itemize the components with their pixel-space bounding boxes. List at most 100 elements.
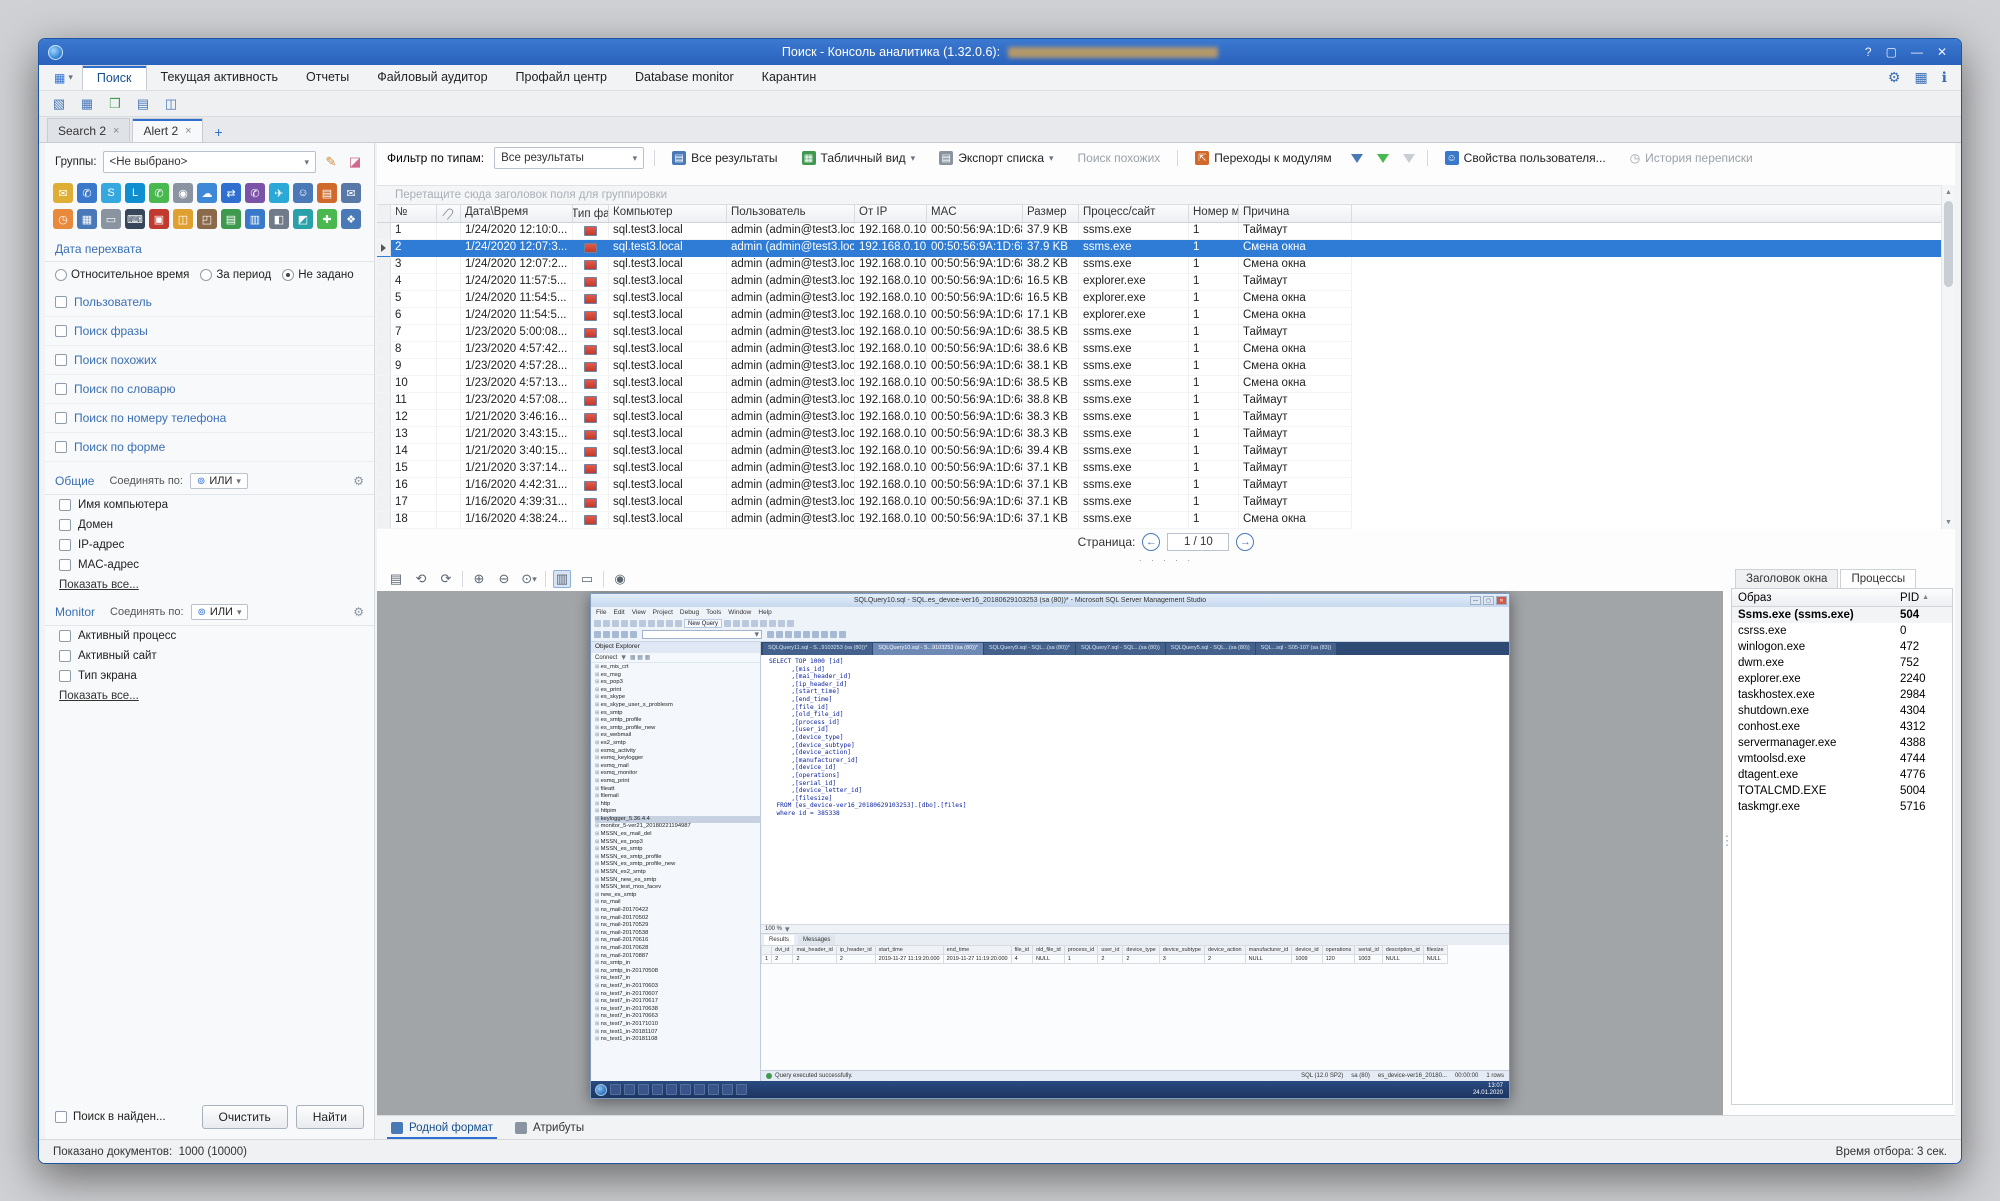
search-section-header[interactable]: Пользователь <box>45 288 374 317</box>
chat-history-button[interactable]: ◷ История переписки <box>1623 148 1760 168</box>
table-row[interactable]: 6 1/24/2020 11:54:5... sql.test3.local a… <box>377 308 1955 325</box>
page-number-input[interactable]: 1 / 10 <box>1167 533 1229 551</box>
rotate-left-icon[interactable]: ⟲ <box>412 570 430 588</box>
col-ip[interactable]: От IP <box>855 205 927 222</box>
report-icon[interactable]: ◫ <box>161 94 181 114</box>
scroll-down-icon[interactable]: ▼ <box>1942 515 1955 529</box>
process-row[interactable]: dtagent.exe 4776 <box>1732 767 1952 783</box>
checkbox-icon[interactable] <box>55 1111 67 1123</box>
user-properties-button[interactable]: ☺ Свойства пользователя... <box>1438 148 1613 168</box>
checkbox-icon[interactable] <box>55 354 67 366</box>
vertical-scrollbar[interactable]: ▲ ▼ <box>1941 185 1955 529</box>
table-row[interactable]: 11 1/23/2020 4:57:08... sql.test3.local … <box>377 393 1955 410</box>
export-list-button[interactable]: ▤ Экспорт списка ▾ <box>932 148 1060 168</box>
table-row[interactable]: 15 1/21/2020 3:37:14... sql.test3.local … <box>377 461 1955 478</box>
process-row[interactable]: TOTALCMD.EXE 5004 <box>1732 783 1952 799</box>
type-filter-icon[interactable]: ▥ <box>245 209 265 229</box>
rotate-right-icon[interactable]: ⟳ <box>437 570 455 588</box>
groups-select[interactable]: <Не выбрано> ▾ <box>103 151 316 173</box>
col-mac[interactable]: MAC <box>927 205 1023 222</box>
filter-clear-funnel-icon[interactable] <box>1403 154 1415 163</box>
menu-tab[interactable]: Текущая активность <box>147 65 292 90</box>
radio-icon[interactable] <box>200 269 212 281</box>
type-filter-icon[interactable]: ◩ <box>293 209 313 229</box>
tab-window-title[interactable]: Заголовок окна <box>1735 569 1838 588</box>
menu-tab[interactable]: Файловый аудитор <box>363 65 501 90</box>
edit-groups-icon[interactable]: ✎ <box>322 153 340 171</box>
type-filter-icon[interactable]: ▤ <box>221 209 241 229</box>
menu-tab[interactable]: Карантин <box>748 65 831 90</box>
col-num[interactable]: № <box>391 205 437 222</box>
all-results-button[interactable]: ▤ Все результаты <box>665 148 784 168</box>
scrollbar-thumb[interactable] <box>1944 201 1953 287</box>
search-similar-button[interactable]: Поиск похожих <box>1071 148 1168 168</box>
tab-native-format[interactable]: Родной формат <box>387 1116 497 1139</box>
col-image[interactable]: Образ <box>1732 592 1900 604</box>
date-option[interactable]: Относительное время <box>55 269 189 281</box>
gear-icon[interactable]: ⚙ <box>353 474 364 488</box>
type-filter-icon[interactable]: ◧ <box>269 209 289 229</box>
type-filter-icon[interactable]: ✉ <box>341 183 361 203</box>
table-row[interactable]: 12 1/21/2020 3:46:16... sql.test3.local … <box>377 410 1955 427</box>
table-row[interactable]: 14 1/21/2020 3:40:15... sql.test3.local … <box>377 444 1955 461</box>
process-row[interactable]: winlogon.exe 472 <box>1732 639 1952 655</box>
panel-splitter[interactable]: ⋮ <box>1723 567 1731 1115</box>
type-filter-icon[interactable]: ▣ <box>149 209 169 229</box>
clear-button[interactable]: Очистить <box>202 1105 288 1129</box>
filter-checkbox-item[interactable]: Домен <box>45 515 374 535</box>
filter-checkbox-item[interactable]: Активный сайт <box>45 646 374 666</box>
col-user[interactable]: Пользователь <box>727 205 855 222</box>
process-row[interactable]: servermanager.exe 4388 <box>1732 735 1952 751</box>
eye-icon[interactable]: ◉ <box>611 570 629 588</box>
type-filter-icon[interactable]: ✈ <box>269 183 289 203</box>
show-all-monitor-link[interactable]: Показать все... <box>45 686 374 704</box>
gear-icon[interactable]: ⚙ <box>353 605 364 619</box>
search-section-header[interactable]: Поиск похожих <box>45 346 374 375</box>
show-all-common-link[interactable]: Показать все... <box>45 575 374 593</box>
menu-tab[interactable]: Профайл центр <box>502 65 621 90</box>
type-filter-icon[interactable]: ▭ <box>101 209 121 229</box>
col-computer[interactable]: Компьютер <box>609 205 727 222</box>
app-menu-button[interactable]: ▦ ▾ <box>45 65 82 90</box>
process-row[interactable]: csrss.exe 0 <box>1732 623 1952 639</box>
document-tab[interactable]: Alert 2 × <box>132 118 202 142</box>
process-row[interactable]: explorer.exe 2240 <box>1732 671 1952 687</box>
document-tab[interactable]: Search 2 × <box>47 118 130 142</box>
process-row[interactable]: Ssms.exe (ssms.exe) 504 <box>1732 607 1952 623</box>
radio-icon[interactable] <box>282 269 294 281</box>
search-section-header[interactable]: Поиск фразы <box>45 317 374 346</box>
process-row[interactable]: taskmgr.exe 5716 <box>1732 799 1952 815</box>
type-filter-icon[interactable]: ◉ <box>173 183 193 203</box>
tab-processes[interactable]: Процессы <box>1840 569 1916 588</box>
table-row[interactable]: 4 1/24/2020 11:57:5... sql.test3.local a… <box>377 274 1955 291</box>
close-tab-icon[interactable]: × <box>113 125 119 137</box>
filter-checkbox-item[interactable]: Имя компьютера <box>45 495 374 515</box>
filter-checkbox-item[interactable]: MAC-адрес <box>45 555 374 575</box>
filter-edit-funnel-icon[interactable] <box>1377 154 1389 163</box>
table-row[interactable]: 7 1/23/2020 5:00:08... sql.test3.local a… <box>377 325 1955 342</box>
clear-groups-icon[interactable]: ◪ <box>346 153 364 171</box>
actual-size-icon[interactable]: ▭ <box>578 570 596 588</box>
type-filter-icon[interactable]: ✉ <box>53 183 73 203</box>
new-search-icon[interactable]: ▧ <box>49 94 69 114</box>
tab-attributes[interactable]: Атрибуты <box>511 1116 588 1139</box>
duplicate-icon[interactable]: ❒ <box>105 94 125 114</box>
close-tab-icon[interactable]: × <box>185 125 191 137</box>
save-icon[interactable]: ▤ <box>387 570 405 588</box>
next-page-button[interactable]: → <box>1236 533 1254 551</box>
type-filter-icon[interactable]: ◰ <box>197 209 217 229</box>
modules-icon[interactable]: ▦ <box>1914 69 1927 86</box>
process-row[interactable]: dwm.exe 752 <box>1732 655 1952 671</box>
join-mode-select[interactable]: ⊚ ИЛИ ▾ <box>191 604 249 620</box>
table-view-button[interactable]: ▦ Табличный вид ▾ <box>795 148 923 168</box>
type-filter-icon[interactable]: ⌨ <box>125 209 145 229</box>
col-reason[interactable]: Причина <box>1239 205 1352 222</box>
table-row[interactable]: 10 1/23/2020 4:57:13... sql.test3.local … <box>377 376 1955 393</box>
radio-icon[interactable] <box>55 269 67 281</box>
table-row[interactable]: 2 1/24/2020 12:07:3... sql.test3.local a… <box>377 240 1955 257</box>
add-tab-button[interactable]: + <box>209 122 229 142</box>
type-filter-icon[interactable]: ✚ <box>317 209 337 229</box>
checkbox-icon[interactable] <box>59 670 71 682</box>
checkbox-icon[interactable] <box>59 499 71 511</box>
table-row[interactable]: 8 1/23/2020 4:57:42... sql.test3.local a… <box>377 342 1955 359</box>
